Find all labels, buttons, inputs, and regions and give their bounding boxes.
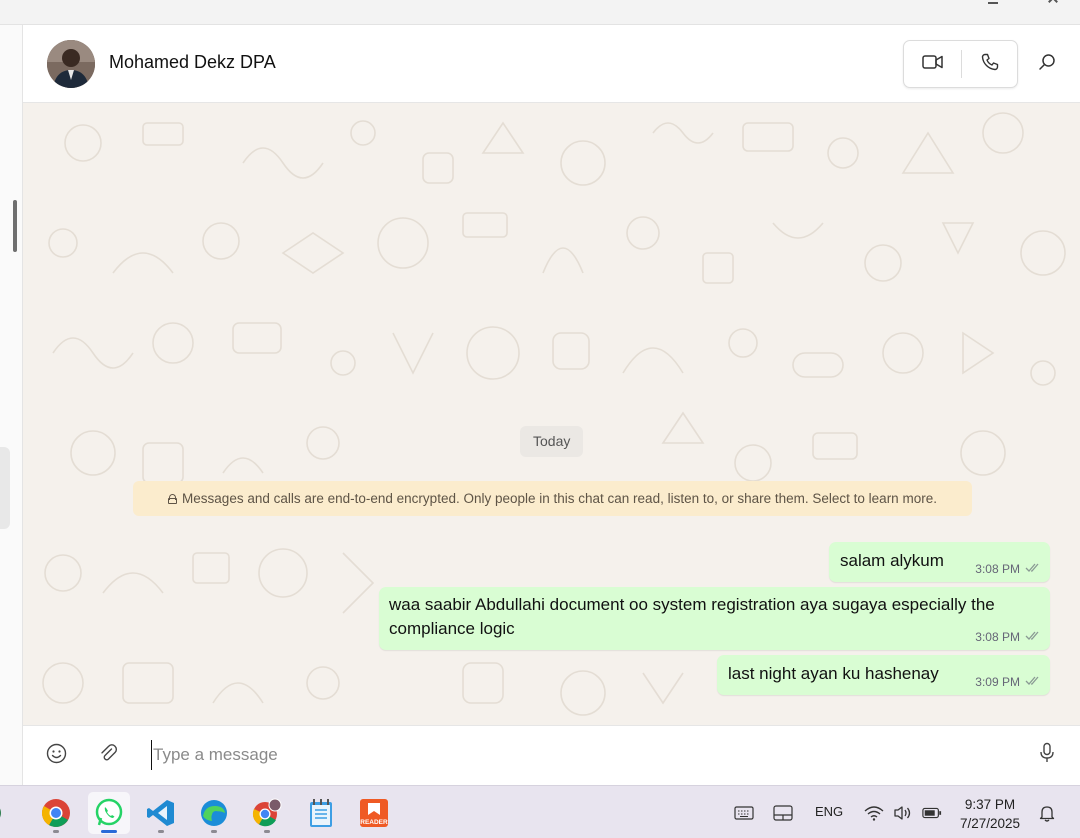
- paperclip-icon: [98, 743, 118, 767]
- edge-icon[interactable]: [193, 792, 235, 834]
- notepad-icon[interactable]: [300, 792, 342, 834]
- microphone-icon: [1039, 742, 1055, 768]
- contact-name[interactable]: Mohamed Dekz DPA: [109, 52, 276, 73]
- windows-taskbar: READER ENG 9:37 PM 7/27/2025: [0, 785, 1080, 838]
- message-time: 3:08 PM: [975, 630, 1020, 644]
- system-clock[interactable]: 9:37 PM 7/27/2025: [950, 795, 1030, 833]
- date-separator: Today: [520, 426, 584, 457]
- message-meta: 3:09 PM: [975, 675, 1041, 689]
- message-text: waa saabir Abdullahi document oo system …: [389, 595, 995, 638]
- battery-icon[interactable]: [922, 804, 942, 822]
- reader-icon[interactable]: READER: [353, 792, 395, 834]
- video-call-button[interactable]: [904, 41, 961, 87]
- emoji-button[interactable]: [44, 743, 68, 767]
- keyboard-icon[interactable]: [734, 804, 754, 822]
- chat-header: Mohamed Dekz DPA: [23, 25, 1080, 103]
- input-language[interactable]: ENG: [815, 804, 843, 819]
- chat-list-scrollbar[interactable]: [13, 200, 17, 252]
- lock-icon: [168, 494, 178, 504]
- outgoing-message[interactable]: waa saabir Abdullahi document oo system …: [379, 587, 1050, 650]
- call-buttons-group: [903, 40, 1018, 88]
- message-meta: 3:08 PM: [975, 630, 1041, 644]
- outgoing-message[interactable]: salam alykum 3:08 PM: [829, 542, 1050, 582]
- partial-app-icon[interactable]: [0, 792, 12, 834]
- chrome-profile-icon[interactable]: [246, 792, 288, 834]
- video-call-icon: [921, 54, 944, 74]
- close-button[interactable]: [1046, 0, 1060, 6]
- chat-area[interactable]: Today Messages and calls are end-to-end …: [23, 103, 1080, 725]
- encryption-notice-text: Messages and calls are end-to-end encryp…: [182, 491, 937, 506]
- clock-date: 7/27/2025: [959, 816, 1021, 831]
- minimize-button[interactable]: [988, 0, 998, 4]
- voice-message-button[interactable]: [1035, 742, 1059, 768]
- clock-time: 9:37 PM: [964, 797, 1016, 812]
- voice-call-icon: [981, 53, 999, 75]
- double-check-icon: [1025, 630, 1041, 644]
- message-time: 3:09 PM: [975, 675, 1020, 689]
- message-meta: 3:08 PM: [975, 562, 1041, 576]
- whatsapp-icon[interactable]: [88, 792, 130, 834]
- svg-text:READER: READER: [360, 819, 388, 826]
- left-panel-edge: [0, 25, 23, 785]
- vscode-icon[interactable]: [140, 792, 182, 834]
- message-text: salam alykum: [840, 551, 944, 570]
- compose-bar: [23, 725, 1080, 785]
- voice-call-button[interactable]: [961, 41, 1018, 87]
- wifi-icon[interactable]: [864, 804, 884, 822]
- attach-button[interactable]: [96, 743, 120, 767]
- outgoing-message[interactable]: last night ayan ku hashenay 3:09 PM: [717, 655, 1050, 695]
- message-time: 3:08 PM: [975, 562, 1020, 576]
- encryption-notice[interactable]: Messages and calls are end-to-end encryp…: [133, 481, 972, 516]
- double-check-icon: [1025, 675, 1041, 689]
- contact-avatar[interactable]: [47, 40, 95, 88]
- window-title-strip: [0, 0, 1080, 25]
- double-check-icon: [1025, 562, 1041, 576]
- volume-icon[interactable]: [893, 804, 913, 822]
- message-input[interactable]: [151, 740, 1011, 770]
- chrome-icon[interactable]: [35, 792, 77, 834]
- message-text: last night ayan ku hashenay: [728, 664, 939, 683]
- search-button[interactable]: [1035, 52, 1059, 76]
- tablet-mode-icon[interactable]: [773, 804, 793, 822]
- notification-bell-icon[interactable]: [1037, 804, 1057, 822]
- emoji-icon: [46, 743, 67, 768]
- panel-resize-handle[interactable]: [0, 447, 10, 529]
- search-icon: [1038, 53, 1056, 75]
